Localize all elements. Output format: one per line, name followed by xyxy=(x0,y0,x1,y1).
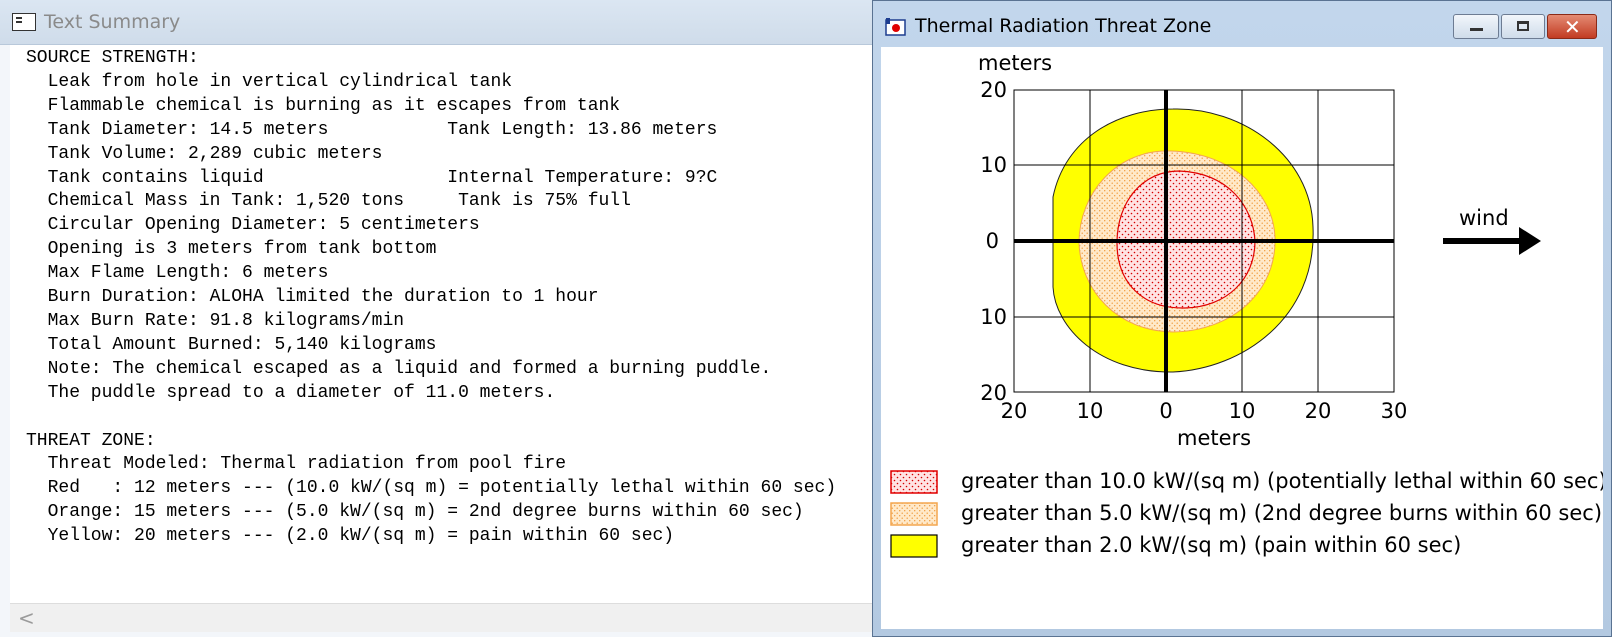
x-axis-unit-label: meters xyxy=(1177,426,1251,450)
wind-label: wind xyxy=(1459,206,1509,230)
legend-swatch-orange xyxy=(890,502,938,526)
summary-line: Yellow: 20 meters --- (2.0 kW/(sq m) = p… xyxy=(26,526,675,547)
legend-label-orange: greater than 5.0 kW/(sq m) (2nd degree b… xyxy=(961,501,1602,525)
threat-zone-window: Thermal Radiation Threat Zone ✕ meters m… xyxy=(872,0,1612,637)
summary-line: Tank contains liquid Internal Temperatur… xyxy=(26,167,718,188)
maximize-button[interactable] xyxy=(1501,14,1545,39)
y-axis-unit-label: meters xyxy=(978,51,1052,75)
maximize-icon xyxy=(1517,21,1529,31)
threat-zone-titlebar[interactable]: Thermal Radiation Threat Zone ✕ xyxy=(873,1,1611,47)
scroll-left-icon[interactable]: < xyxy=(18,606,35,630)
y-tick-label: 10 xyxy=(980,153,1007,177)
text-summary-content[interactable]: SOURCE STRENGTH: Leak from hole in verti… xyxy=(10,45,872,603)
close-button[interactable]: ✕ xyxy=(1547,14,1597,39)
legend-label-red: greater than 10.0 kW/(sq m) (potentially… xyxy=(961,469,1603,493)
summary-line: Threat Modeled: Thermal radiation from p… xyxy=(26,454,567,475)
summary-line: Leak from hole in vertical cylindrical t… xyxy=(26,71,513,92)
y-tick-label: 20 xyxy=(980,78,1007,102)
y-tick-labels: 20 10 0 10 20 xyxy=(980,78,1007,405)
text-summary-title: Text Summary xyxy=(44,11,181,33)
summary-text: SOURCE STRENGTH: Leak from hole in verti… xyxy=(10,45,872,549)
minimize-button[interactable] xyxy=(1453,14,1499,39)
text-summary-titlebar[interactable]: Text Summary xyxy=(0,0,872,45)
summary-line: Red : 12 meters --- (10.0 kW/(sq m) = po… xyxy=(26,478,837,499)
x-tick-label: 10 xyxy=(1077,399,1104,423)
minimize-icon xyxy=(1470,28,1483,31)
threat-zone-title: Thermal Radiation Threat Zone xyxy=(915,15,1212,37)
legend-swatch-yellow xyxy=(890,534,938,558)
summary-line: Opening is 3 meters from tank bottom xyxy=(26,239,437,260)
horizontal-scrollbar[interactable]: < xyxy=(10,603,872,632)
summary-line: Max Flame Length: 6 meters xyxy=(26,263,329,284)
x-tick-label: 0 xyxy=(1159,399,1172,423)
summary-line: Total Amount Burned: 5,140 kilograms xyxy=(26,334,437,355)
legend-label-yellow: greater than 2.0 kW/(sq m) (pain within … xyxy=(961,533,1461,557)
summary-line: THREAT ZONE: xyxy=(26,430,156,451)
legend-swatch-red xyxy=(890,470,938,494)
close-icon: ✕ xyxy=(1564,15,1581,39)
summary-line: Burn Duration: ALOHA limited the duratio… xyxy=(26,287,599,308)
summary-line: Max Burn Rate: 91.8 kilograms/min xyxy=(26,310,405,331)
threat-zone-client: meters meters 20 10 0 10 20 20 10 0 10 2… xyxy=(881,47,1603,629)
text-window-icon xyxy=(12,13,36,31)
summary-line: Orange: 15 meters --- (5.0 kW/(sq m) = 2… xyxy=(26,502,804,523)
summary-line: SOURCE STRENGTH: xyxy=(26,48,199,68)
y-tick-label: 0 xyxy=(986,229,999,253)
x-tick-label: 10 xyxy=(1229,399,1256,423)
y-tick-label: 10 xyxy=(980,305,1007,329)
thermal-app-icon xyxy=(885,18,906,36)
summary-line: Tank Diameter: 14.5 meters Tank Length: … xyxy=(26,119,718,140)
summary-line: The puddle spread to a diameter of 11.0 … xyxy=(26,382,556,403)
x-tick-label: 20 xyxy=(1001,399,1028,423)
wind-arrow-icon xyxy=(1443,227,1541,255)
legend: greater than 10.0 kW/(sq m) (potentially… xyxy=(890,469,1603,558)
threat-zone-plot: meters meters 20 10 0 10 20 20 10 0 10 2… xyxy=(890,51,1603,558)
summary-line: Chemical Mass in Tank: 1,520 tons Tank i… xyxy=(26,191,631,212)
summary-line: Flammable chemical is burning as it esca… xyxy=(26,95,621,116)
x-tick-label: 20 xyxy=(1305,399,1332,423)
text-summary-window: Text Summary SOURCE STRENGTH: Leak from … xyxy=(0,0,872,637)
x-tick-label: 30 xyxy=(1381,399,1408,423)
summary-line: Circular Opening Diameter: 5 centimeters xyxy=(26,215,480,236)
summary-line: Tank Volume: 2,289 cubic meters xyxy=(26,143,383,164)
x-tick-labels: 20 10 0 10 20 30 xyxy=(1001,399,1408,423)
summary-line: Note: The chemical escaped as a liquid a… xyxy=(26,358,772,379)
